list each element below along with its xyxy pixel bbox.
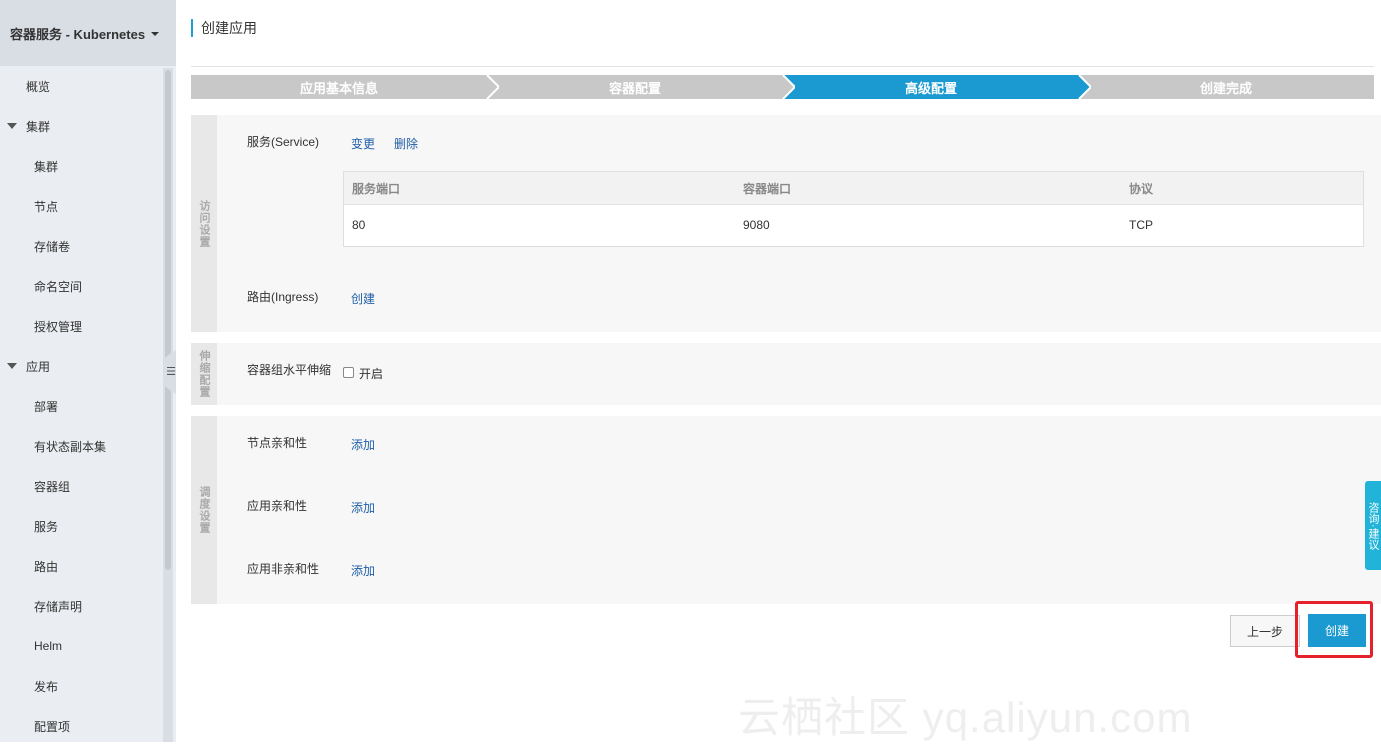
sidebar: 容器服务 - Kubernetes 概览 集群 集群 节点 存储卷 命名空间 授权管理 应用部… (0, 0, 176, 742)
scheduling-panel: 调度设置 节点亲和性 添加 应用亲和性 添加 应用非亲和性 添加 (191, 416, 1381, 604)
main-content: 创建应用 应用基本信息 容器配置 高级配置 创建完成 访问设置 服务(Service)… (176, 0, 1381, 742)
expand-triangle-icon (7, 363, 17, 369)
cell-protocol: TCP (1129, 218, 1153, 232)
step-label: 应用基本信息 (299, 80, 378, 96)
sidebar-item-2[interactable]: 集群 (0, 146, 162, 186)
caret-down-icon (151, 32, 160, 36)
node-affinity-label: 节点亲和性 (247, 436, 308, 450)
service-change-link[interactable]: 变更 (351, 135, 375, 152)
sidebar-item-9[interactable]: 有状态副本集 (0, 426, 162, 466)
sidebar-item-3[interactable]: 节点 (0, 186, 162, 226)
step-label: 容器配置 (608, 80, 661, 96)
cell-container-port: 9080 (743, 218, 770, 232)
sidebar-item-label: 概览 (26, 79, 51, 94)
sidebar-item-label: 存储卷 (34, 239, 71, 254)
sidebar-item-label: 路由 (34, 559, 59, 574)
sidebar-item-label: 容器组 (34, 479, 71, 494)
sidebar-item-label: 服务 (34, 519, 59, 534)
step-label: 创建完成 (1199, 80, 1252, 96)
hpa-enable-checkbox[interactable] (343, 367, 354, 378)
sidebar-item-8[interactable]: 部署 (0, 386, 162, 426)
sidebar-item-13[interactable]: 存储声明 (0, 586, 162, 626)
cell-service-port: 80 (352, 218, 366, 232)
sidebar-item-label: 集群 (34, 159, 59, 174)
previous-step-button[interactable]: 上一步 (1230, 615, 1300, 647)
sidebar-item-label: 部署 (34, 399, 59, 414)
sidebar-item-label: Helm (34, 639, 63, 653)
service-delete-link[interactable]: 删除 (394, 135, 418, 152)
scaling-section-label: 伸缩配置 (191, 343, 217, 405)
column-header-container-port: 容器端口 (743, 182, 792, 196)
node-affinity-add-link[interactable]: 添加 (351, 436, 375, 453)
scheduling-section-label: 调度设置 (191, 416, 217, 604)
sidebar-item-label: 发布 (34, 679, 59, 694)
step-1: 容器配置 (487, 75, 795, 99)
app-anti-affinity-label: 应用非亲和性 (247, 562, 320, 576)
sidebar-item-4[interactable]: 存储卷 (0, 226, 162, 266)
product-switcher[interactable]: 容器服务 - Kubernetes (0, 0, 176, 66)
sidebar-item-15[interactable]: 发布 (0, 666, 162, 706)
sidebar-item-10[interactable]: 容器组 (0, 466, 162, 506)
page-title: 创建应用 (191, 19, 257, 37)
column-header-protocol: 协议 (1129, 182, 1154, 196)
create-button[interactable]: 创建 (1308, 614, 1366, 647)
sidebar-item-label: 集群 (26, 119, 51, 134)
access-settings-section-label: 访问设置 (191, 115, 217, 332)
feedback-tab[interactable]: 咨询·建议 (1365, 481, 1381, 570)
hpa-label: 容器组水平伸缩 (247, 363, 332, 377)
scaling-panel: 伸缩配置 容器组水平伸缩 开启 (191, 343, 1381, 405)
table-header: 服务端口 容器端口 协议 (344, 172, 1363, 205)
sidebar-item-label: 有状态副本集 (34, 439, 107, 454)
service-label: 服务(Service) (247, 135, 320, 149)
sidebar-item-label: 存储声明 (34, 599, 83, 614)
sidebar-item-5[interactable]: 命名空间 (0, 266, 162, 306)
sidebar-item-6[interactable]: 授权管理 (0, 306, 162, 346)
expand-triangle-icon (7, 123, 17, 129)
step-0: 应用基本信息 (191, 75, 499, 99)
service-port-table: 服务端口 容器端口 协议 80 9080 TCP (343, 171, 1364, 247)
sidebar-item-12[interactable]: 路由 (0, 546, 162, 586)
app-affinity-add-link[interactable]: 添加 (351, 499, 375, 516)
app-anti-affinity-add-link[interactable]: 添加 (351, 562, 375, 579)
table-row: 80 9080 TCP (344, 205, 1363, 246)
sidebar-item-label: 节点 (34, 199, 59, 214)
watermark: 云栖社区 yq.aliyun.com (738, 694, 1193, 741)
sidebar-item-11[interactable]: 服务 (0, 506, 162, 546)
step-3: 创建完成 (1078, 75, 1374, 99)
sidebar-nav: 概览 集群 集群 节点 存储卷 命名空间 授权管理 应用 部署 有状态副本集 容器组 服务 路由 存储声明… (0, 66, 162, 746)
column-header-service-port: 服务端口 (352, 182, 401, 196)
collapse-icon: ☰ (166, 365, 176, 378)
sidebar-item-7[interactable]: 应用 (0, 346, 162, 386)
sidebar-scrollbar-thumb[interactable] (165, 70, 171, 570)
sidebar-item-label: 配置项 (34, 719, 71, 734)
product-title: 容器服务 - Kubernetes (10, 26, 146, 42)
sidebar-item-14[interactable]: Helm (0, 626, 162, 666)
step-2: 高级配置 (783, 75, 1091, 99)
sidebar-item-label: 命名空间 (34, 279, 83, 294)
sidebar-item-label: 授权管理 (34, 319, 83, 334)
ingress-label: 路由(Ingress) (247, 290, 319, 304)
app-affinity-label: 应用亲和性 (247, 499, 308, 513)
step-label: 高级配置 (904, 80, 957, 96)
sidebar-item-1[interactable]: 集群 (0, 106, 162, 146)
access-settings-panel: 访问设置 服务(Service) 变更 删除 服务端口 容器端口 协议 80 9… (191, 115, 1381, 332)
ingress-create-link[interactable]: 创建 (351, 290, 375, 307)
sidebar-item-0[interactable]: 概览 (0, 66, 162, 106)
hpa-enable-label[interactable]: 开启 (359, 365, 383, 382)
title-divider (191, 66, 1374, 67)
sidebar-item-16[interactable]: 配置项 (0, 706, 162, 746)
wizard-steps: 应用基本信息 容器配置 高级配置 创建完成 (191, 75, 1374, 99)
sidebar-item-label: 应用 (26, 359, 51, 374)
